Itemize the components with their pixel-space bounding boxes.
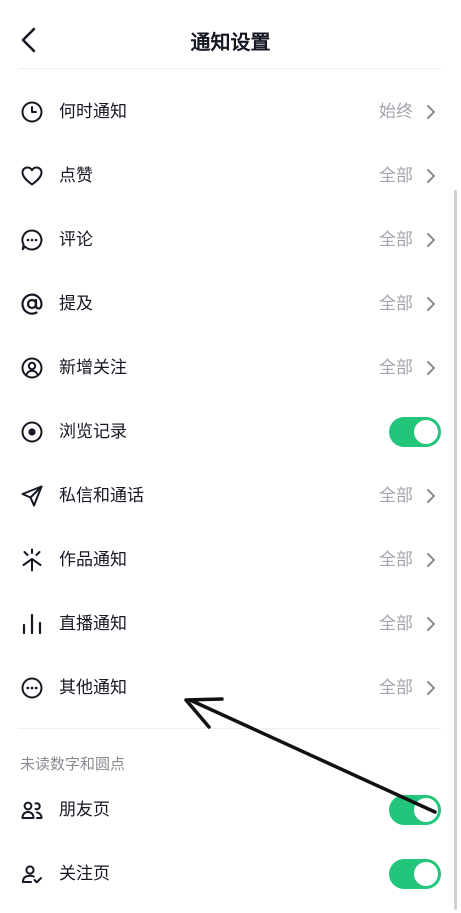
chevron-right-icon — [427, 489, 435, 503]
setting-value: 全部 — [379, 614, 413, 634]
setting-label: 浏览记录 — [59, 422, 127, 442]
setting-label: 私信和通话 — [59, 486, 144, 506]
setting-following-page: 关注页 — [0, 842, 461, 906]
clock-icon — [21, 101, 43, 123]
setting-label: 直播通知 — [59, 614, 127, 634]
friends-icon — [21, 801, 43, 819]
setting-mentions[interactable]: 提及 全部 — [0, 272, 461, 336]
section-divider — [18, 728, 441, 729]
setting-value: 全部 — [379, 166, 413, 186]
toggle-knob — [414, 798, 438, 822]
setting-live-notify[interactable]: 直播通知 全部 — [0, 592, 461, 656]
header: 通知设置 — [0, 0, 461, 70]
setting-browse-history: 浏览记录 — [0, 400, 461, 464]
setting-label: 其他通知 — [59, 678, 127, 698]
setting-label: 作品通知 — [59, 550, 127, 570]
more-circle-icon — [21, 677, 43, 699]
setting-value: 始终 — [379, 102, 413, 122]
setting-value: 全部 — [379, 358, 413, 378]
send-icon — [21, 485, 43, 507]
comment-icon — [21, 229, 43, 251]
setting-label: 提及 — [59, 294, 93, 314]
user-check-icon — [22, 865, 42, 884]
setting-value: 全部 — [379, 678, 413, 698]
user-circle-icon — [21, 357, 43, 379]
chevron-right-icon — [427, 617, 435, 631]
setting-label: 朋友页 — [59, 800, 110, 820]
setting-label: 关注页 — [59, 864, 110, 884]
live-bars-icon — [22, 613, 42, 635]
setting-value: 全部 — [379, 550, 413, 570]
chevron-right-icon — [427, 681, 435, 695]
heart-icon — [21, 166, 43, 186]
browse-history-toggle[interactable] — [389, 417, 441, 447]
setting-messages-calls[interactable]: 私信和通话 全部 — [0, 464, 461, 528]
setting-works-notify[interactable]: 作品通知 全部 — [0, 528, 461, 592]
setting-new-followers[interactable]: 新增关注 全部 — [0, 336, 461, 400]
setting-label: 点赞 — [59, 166, 93, 186]
scrollbar[interactable] — [454, 190, 457, 910]
chevron-right-icon — [427, 361, 435, 375]
toggle-knob — [414, 420, 438, 444]
setting-when-notify[interactable]: 何时通知 始终 — [0, 80, 461, 144]
at-sign-icon — [21, 293, 43, 315]
page-title: 通知设置 — [190, 30, 271, 54]
section-heading: 未读数字和圆点 — [20, 755, 126, 773]
chevron-right-icon — [427, 105, 435, 119]
setting-value: 全部 — [379, 486, 413, 506]
chevron-right-icon — [427, 297, 435, 311]
setting-other-notify[interactable]: 其他通知 全部 — [0, 656, 461, 720]
setting-comments[interactable]: 评论 全部 — [0, 208, 461, 272]
setting-value: 全部 — [379, 294, 413, 314]
setting-label: 评论 — [59, 230, 93, 250]
sparkle-icon — [22, 548, 42, 572]
eye-icon — [21, 421, 43, 443]
setting-label: 新增关注 — [59, 358, 127, 378]
toggle-knob — [414, 862, 438, 886]
chevron-right-icon — [427, 553, 435, 567]
setting-label: 何时通知 — [59, 102, 127, 122]
setting-value: 全部 — [379, 230, 413, 250]
header-divider — [18, 68, 441, 69]
chevron-right-icon — [427, 169, 435, 183]
following-page-toggle[interactable] — [389, 859, 441, 889]
setting-likes[interactable]: 点赞 全部 — [0, 144, 461, 208]
chevron-right-icon — [427, 233, 435, 247]
friends-page-toggle[interactable] — [389, 795, 441, 825]
setting-friends-page: 朋友页 — [0, 778, 461, 842]
